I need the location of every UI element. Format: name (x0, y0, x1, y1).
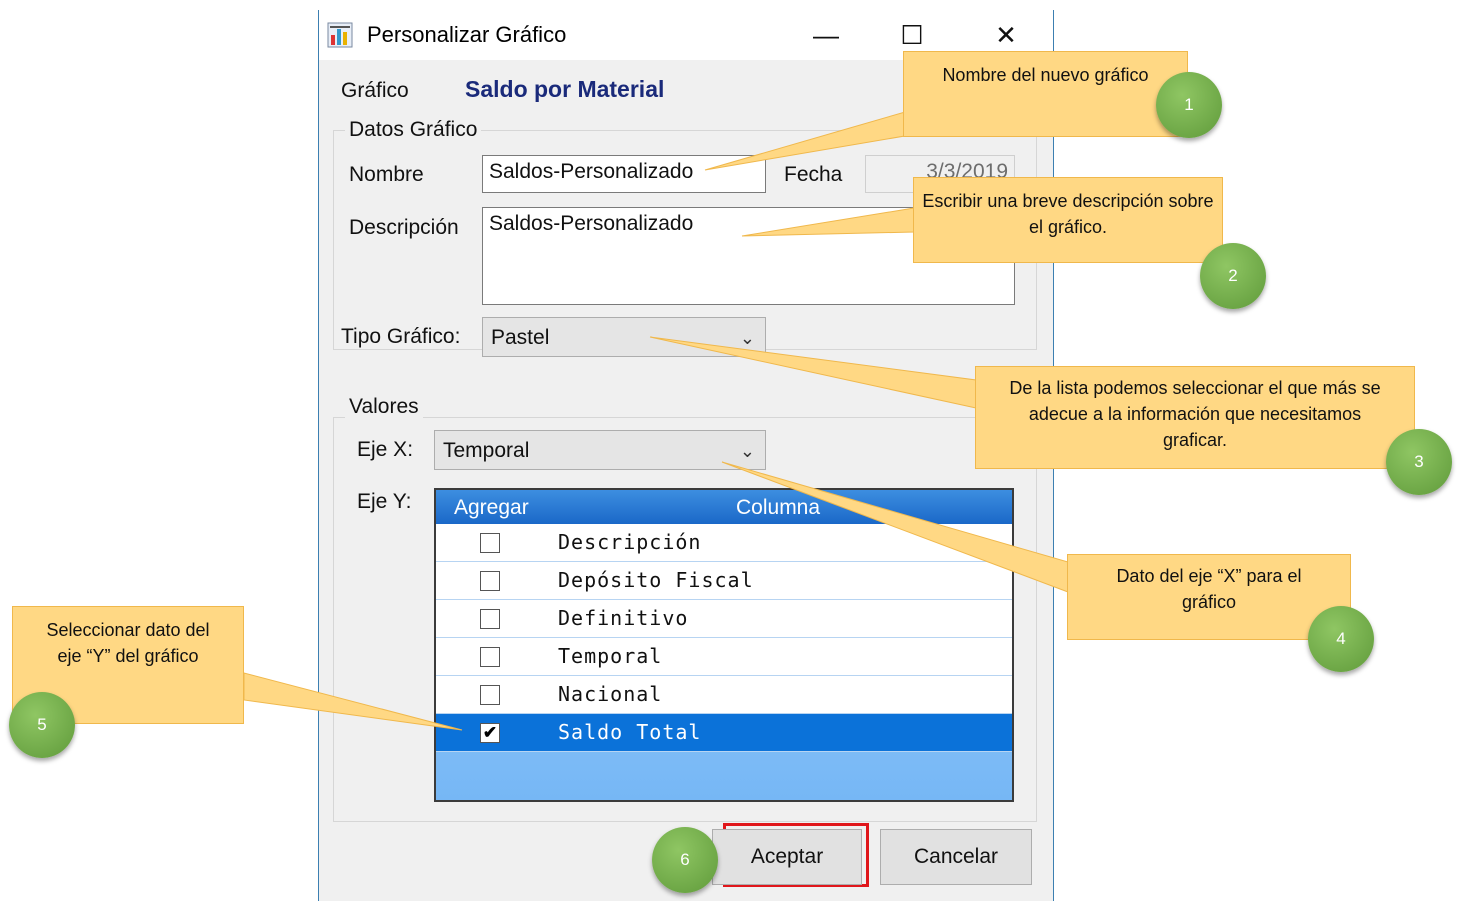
callout-1-box: Nombre del nuevo gráfico (903, 51, 1188, 137)
callout-6-badge: 6 (652, 827, 718, 893)
callout-5-pointer (243, 672, 463, 731)
callout-5-badge: 5 (9, 692, 75, 758)
callout-3-box: De la lista podemos seleccionar el que m… (975, 366, 1415, 469)
callout-2-badge: 2 (1200, 243, 1266, 309)
callout-4-box: Dato del eje “X” para el gráfico (1067, 554, 1351, 640)
callout-4-pointer (721, 461, 1069, 593)
callout-1-badge: 1 (1156, 72, 1222, 138)
callout-2-box: Escribir una breve descripción sobre el … (913, 177, 1223, 263)
callout-2-pointer (741, 207, 915, 237)
callout-4-badge: 4 (1308, 606, 1374, 672)
callout-3-badge: 3 (1386, 429, 1452, 495)
callout-3-pointer (649, 336, 977, 409)
